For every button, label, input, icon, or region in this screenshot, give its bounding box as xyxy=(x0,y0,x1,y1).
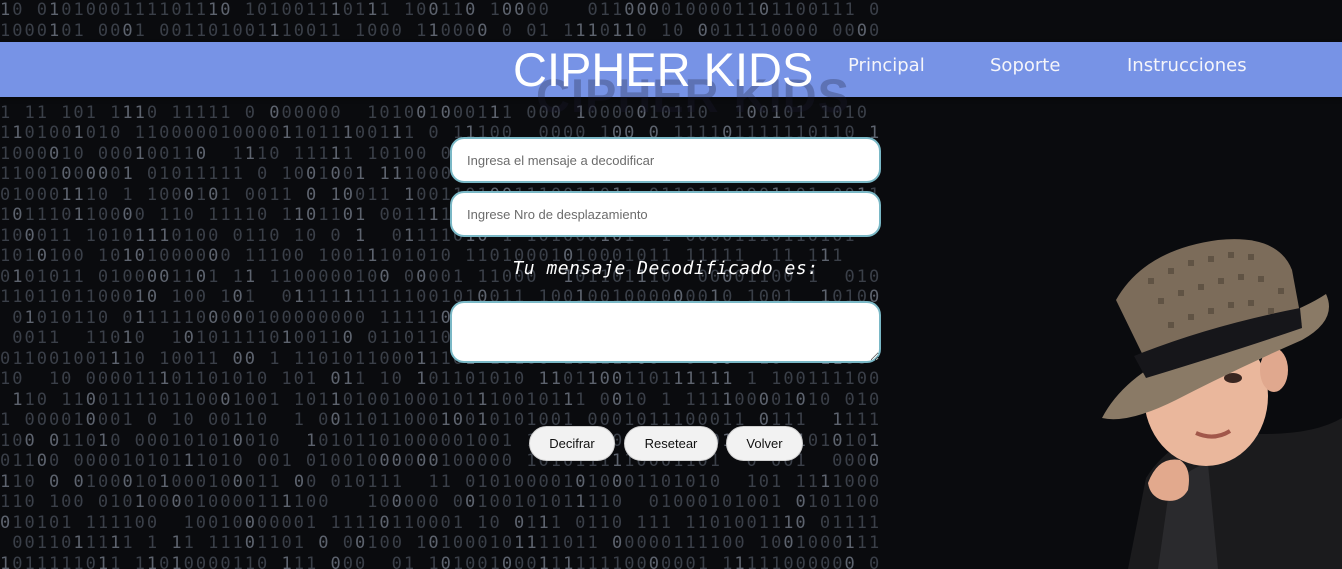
nav-link-principal[interactable]: Principal xyxy=(848,42,925,90)
back-button[interactable]: Volver xyxy=(726,426,803,461)
spy-kid-with-hat-image xyxy=(1102,239,1342,569)
decrypt-button[interactable]: Decifrar xyxy=(529,426,615,461)
decoded-output-textarea[interactable] xyxy=(450,301,881,363)
top-navbar: CIPHER KIDS CIPHER KIDS Principal Soport… xyxy=(0,42,1342,122)
nav-link-soporte[interactable]: Soporte xyxy=(990,42,1060,90)
result-label: Tu mensaje Decodificado es: xyxy=(512,258,819,279)
reset-button[interactable]: Resetear xyxy=(624,426,718,461)
shift-number-input[interactable] xyxy=(450,191,881,237)
nav-link-instrucciones[interactable]: Instrucciones xyxy=(1127,42,1247,90)
site-logo: CIPHER KIDS xyxy=(513,43,814,96)
message-input[interactable] xyxy=(450,137,881,183)
